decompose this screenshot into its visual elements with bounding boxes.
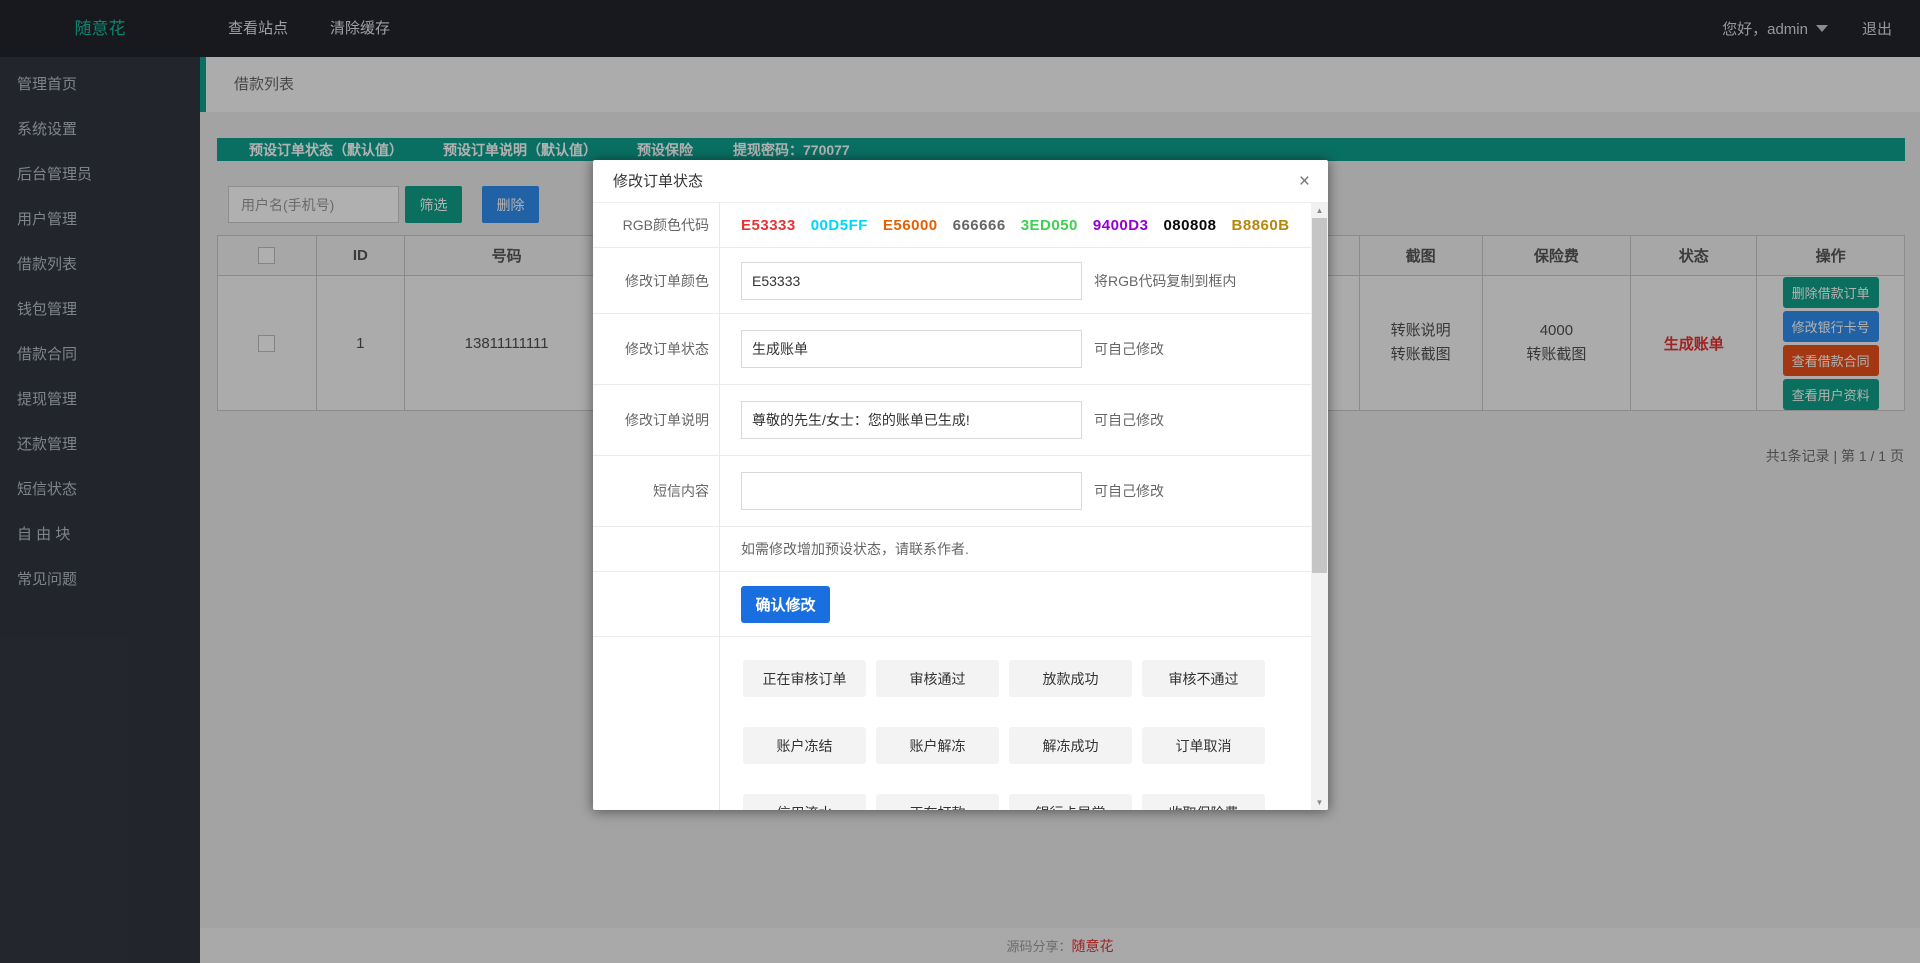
rgb-codes-row: RGB颜色代码 E53333 00D5FF E56000 666666 3ED0… <box>593 203 1311 248</box>
order-color-hint: 将RGB代码复制到框内 <box>1094 271 1236 291</box>
modal-header: 修改订单状态 × <box>593 160 1328 203</box>
rgb-code-black: 080808 <box>1163 217 1216 234</box>
status-rejected-button[interactable]: 审核不通过 <box>1142 660 1265 697</box>
status-unfreeze-success-button[interactable]: 解冻成功 <box>1009 727 1132 764</box>
modal-scrollbar[interactable]: ▲ ▼ <box>1311 203 1328 810</box>
sms-content-input[interactable] <box>741 472 1082 510</box>
rgb-code-orange: E56000 <box>883 217 938 234</box>
order-status-input[interactable] <box>741 330 1082 368</box>
order-color-input[interactable] <box>741 262 1082 300</box>
scrollbar-thumb[interactable] <box>1312 218 1327 573</box>
contact-author-note: 如需修改增加预设状态，请联系作者. <box>741 539 969 559</box>
status-account-unfreeze-button[interactable]: 账户解冻 <box>876 727 999 764</box>
rgb-code-goldenrod: B8860B <box>1232 217 1290 234</box>
status-approved-button[interactable]: 审核通过 <box>876 660 999 697</box>
order-desc-hint: 可自己修改 <box>1094 410 1164 430</box>
preset-status-row: 正在审核订单 审核通过 放款成功 审核不通过 账户冻结 账户解冻 解冻成功 订单… <box>593 637 1311 810</box>
rgb-code-green: 3ED050 <box>1021 217 1078 234</box>
order-color-row: 修改订单颜色 将RGB代码复制到框内 <box>593 248 1311 314</box>
modal-title: 修改订单状态 <box>593 160 1328 203</box>
sms-content-hint: 可自己修改 <box>1094 481 1164 501</box>
modal-body: RGB颜色代码 E53333 00D5FF E56000 666666 3ED0… <box>593 203 1311 810</box>
status-order-cancel-button[interactable]: 订单取消 <box>1142 727 1265 764</box>
sms-content-label: 短信内容 <box>593 456 720 526</box>
confirm-row: 确认修改 <box>593 572 1311 637</box>
sms-content-row: 短信内容 可自己修改 <box>593 456 1311 527</box>
rgb-codes-label: RGB颜色代码 <box>593 203 720 247</box>
rgb-code-purple: 9400D3 <box>1093 217 1149 234</box>
preset-status-label-spacer <box>593 637 720 810</box>
status-paying-button[interactable]: 正在打款 <box>876 794 999 810</box>
status-card-abnormal-button[interactable]: 银行卡异常 <box>1009 794 1132 810</box>
scrollbar-down-icon[interactable]: ▼ <box>1311 795 1328 810</box>
confirm-edit-button[interactable]: 确认修改 <box>741 586 830 623</box>
preset-status-buttons: 正在审核订单 审核通过 放款成功 审核不通过 账户冻结 账户解冻 解冻成功 订单… <box>720 637 1311 810</box>
order-status-label: 修改订单状态 <box>593 314 720 384</box>
scrollbar-up-icon[interactable]: ▲ <box>1311 203 1328 218</box>
order-color-label: 修改订单颜色 <box>593 248 720 313</box>
status-account-frozen-button[interactable]: 账户冻结 <box>743 727 866 764</box>
note-label-spacer <box>593 527 720 571</box>
note-row: 如需修改增加预设状态，请联系作者. <box>593 527 1311 572</box>
rgb-code-list: E53333 00D5FF E56000 666666 3ED050 9400D… <box>741 217 1290 234</box>
order-desc-label: 修改订单说明 <box>593 385 720 455</box>
confirm-label-spacer <box>593 572 720 636</box>
order-desc-input[interactable] <box>741 401 1082 439</box>
edit-order-status-modal: 修改订单状态 × RGB颜色代码 E53333 00D5FF E56000 66… <box>593 160 1328 810</box>
order-desc-row: 修改订单说明 可自己修改 <box>593 385 1311 456</box>
rgb-code-red: E53333 <box>741 217 796 234</box>
order-status-hint: 可自己修改 <box>1094 339 1164 359</box>
rgb-code-cyan: 00D5FF <box>811 217 868 234</box>
status-collect-insurance-button[interactable]: 收取保险费 <box>1142 794 1265 810</box>
status-reviewing-button[interactable]: 正在审核订单 <box>743 660 866 697</box>
status-loan-success-button[interactable]: 放款成功 <box>1009 660 1132 697</box>
rgb-code-gray: 666666 <box>953 217 1006 234</box>
status-credit-flow-button[interactable]: 信用流水 <box>743 794 866 810</box>
close-icon[interactable]: × <box>1295 160 1314 203</box>
order-status-row: 修改订单状态 可自己修改 <box>593 314 1311 385</box>
